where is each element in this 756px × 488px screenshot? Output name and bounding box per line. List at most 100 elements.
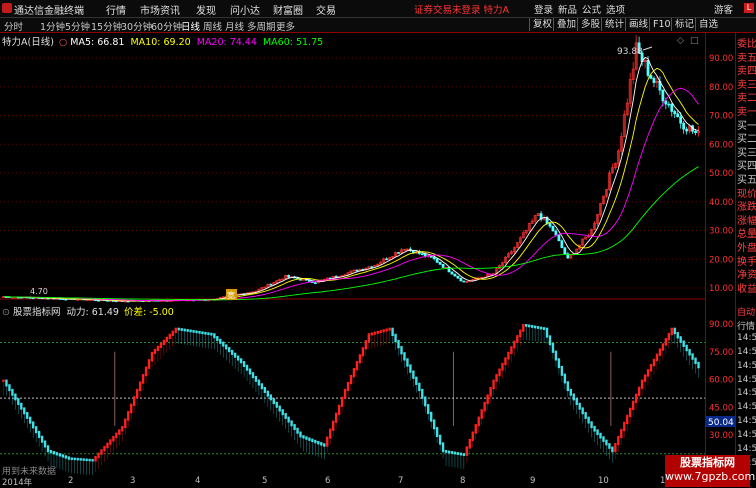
main-y-tick: 70.00 bbox=[709, 112, 733, 122]
candlesticks bbox=[2, 35, 700, 303]
period-15min[interactable]: 15分钟 bbox=[91, 19, 122, 33]
candle-body bbox=[652, 77, 656, 83]
candle-body bbox=[557, 234, 561, 242]
y-axis-ticks: 90.00 80.00 70.00 60.00 50.00 40.00 30.00 20.00… bbox=[709, 54, 733, 469]
candle-body bbox=[459, 277, 463, 282]
tool-restore-rights[interactable]: 复权 bbox=[529, 18, 552, 31]
ma10-value: MA10: 69.20 bbox=[130, 37, 191, 48]
panel-close-icon[interactable]: □ bbox=[690, 36, 699, 46]
sidebar-tick-time: 14:50 bbox=[737, 430, 756, 441]
tool-mark[interactable]: 标记 bbox=[671, 18, 694, 31]
period-monthly[interactable]: 月线 bbox=[225, 19, 244, 33]
candle-body bbox=[679, 116, 683, 124]
high-price-label: 93.88 bbox=[617, 47, 643, 57]
tool-watchlist[interactable]: 自选 bbox=[695, 18, 718, 31]
time-axis-label: 10 bbox=[598, 476, 609, 486]
app-logo-icon bbox=[2, 3, 12, 13]
menu-faxian[interactable]: 发现 bbox=[196, 2, 216, 17]
sidebar-tick-time: 行情 bbox=[737, 321, 756, 332]
candle-body bbox=[432, 256, 436, 260]
candle-body bbox=[676, 113, 680, 118]
menu-bar: 通达信金融终端 行情 市场 资讯 发现 问小达 财富圈 交易 证券交易未登录 特… bbox=[0, 0, 756, 18]
sidebar-tick-time: 自动 bbox=[737, 308, 756, 318]
candle-body bbox=[313, 282, 317, 285]
candle-body bbox=[554, 230, 558, 236]
quote-sidebar: 委比 卖五 卖四 卖三 卖二 卖一 买一 买二 买三 买四 买五 现价 涨跌 涨幅 总量 外盘 换手 净资 收益 自动… bbox=[735, 33, 756, 487]
time-axis-label: 7 bbox=[398, 476, 404, 486]
indicator-settings-icon[interactable]: ⊙ bbox=[2, 307, 10, 318]
period-daily[interactable]: 日线 bbox=[181, 19, 200, 33]
time-axis-label: 3 bbox=[130, 476, 136, 486]
menu-guest[interactable]: 游客 bbox=[714, 2, 733, 16]
candle-body bbox=[563, 247, 567, 255]
candle-body bbox=[453, 273, 457, 277]
tool-statistics[interactable]: 统计 bbox=[601, 18, 624, 31]
main-y-tick: 40.00 bbox=[709, 198, 733, 208]
user-badge-icon[interactable]: L bbox=[744, 3, 754, 13]
ma10-line bbox=[3, 67, 699, 302]
period-30min[interactable]: 30分钟 bbox=[121, 19, 152, 33]
menu-new[interactable]: 新品 bbox=[558, 2, 577, 16]
menu-jiaoyi[interactable]: 交易 bbox=[316, 2, 336, 17]
panel-settings-icon[interactable]: ◇ bbox=[677, 36, 684, 46]
tool-draw-line[interactable]: 画线 bbox=[625, 18, 648, 31]
legend-dot-icon: ○ bbox=[58, 37, 68, 48]
candle-body bbox=[456, 275, 460, 279]
main-y-tick: 80.00 bbox=[709, 83, 733, 93]
menu-caifuquan[interactable]: 财富圈 bbox=[273, 2, 303, 17]
low-price-label: 4.70 bbox=[30, 287, 48, 296]
candle-body bbox=[646, 60, 650, 76]
menu-wenxiaoda[interactable]: 问小达 bbox=[230, 2, 260, 17]
ma5-value: MA5: 66.81 bbox=[70, 37, 125, 48]
candle-body bbox=[385, 258, 389, 261]
menu-zixun[interactable]: 资讯 bbox=[160, 2, 180, 17]
menu-login[interactable]: 登录 bbox=[534, 2, 553, 16]
main-y-tick: 10.00 bbox=[709, 284, 733, 294]
period-weekly[interactable]: 周线 bbox=[203, 19, 222, 33]
menu-formula[interactable]: 公式 bbox=[582, 2, 601, 16]
period-5min[interactable]: 5分钟 bbox=[65, 19, 90, 33]
indicator-y-tick: 45.00 bbox=[709, 403, 733, 413]
sidebar-tick-time: 14:50 bbox=[737, 444, 756, 454]
ma20-value: MA20: 74.44 bbox=[196, 37, 257, 48]
main-y-tick: 60.00 bbox=[709, 140, 733, 150]
candle-body bbox=[397, 252, 400, 254]
ma60-value: MA60: 51.75 bbox=[262, 37, 324, 48]
watermark-title: 股票指标网 bbox=[680, 456, 735, 469]
sidebar-tick-time: 14:50 bbox=[737, 388, 756, 399]
current-value-label: 50.04 bbox=[708, 418, 734, 428]
high-price-pointer bbox=[642, 46, 653, 51]
period-multi[interactable]: 多周期 bbox=[247, 19, 276, 33]
moving-average-lines bbox=[3, 56, 699, 302]
candle-body bbox=[551, 225, 555, 232]
period-more[interactable]: 更多 bbox=[276, 19, 295, 33]
candle-body bbox=[682, 122, 686, 130]
menu-options[interactable]: 选项 bbox=[606, 2, 625, 16]
app-title: 通达信金融终端 bbox=[14, 6, 84, 17]
menu-shichang[interactable]: 市场 bbox=[140, 2, 160, 17]
main-y-tick: 50.00 bbox=[709, 169, 733, 179]
ma20-line bbox=[3, 87, 699, 302]
menu-hangqing[interactable]: 行情 bbox=[106, 2, 126, 17]
indicator-legend: ⊙ 股票指标网 动力: 61.49 价差: -5.00 bbox=[2, 304, 174, 318]
tool-overlay[interactable]: 叠加 bbox=[553, 18, 576, 31]
time-axis: 2014年234567891011 bbox=[0, 476, 706, 488]
candle-body bbox=[435, 258, 439, 263]
candle-body bbox=[370, 266, 374, 269]
main-legend: 特力A(日线) ○ MA5: 66.81 MA10: 69.20 MA20: 7… bbox=[2, 34, 323, 48]
time-axis-label: 5 bbox=[262, 476, 268, 486]
login-warning[interactable]: 证券交易未登录 特力A bbox=[414, 2, 509, 16]
marker-badge-label: 宽 bbox=[227, 290, 235, 300]
sidebar-tick-time: 14:50 bbox=[737, 332, 756, 343]
period-1min[interactable]: 1分钟 bbox=[40, 19, 65, 33]
candle-body bbox=[450, 271, 454, 275]
candle-body bbox=[287, 274, 291, 278]
tool-multi-stock[interactable]: 多股 bbox=[577, 18, 600, 31]
indicator-y-tick: 75.00 bbox=[709, 348, 733, 358]
candle-body bbox=[438, 261, 442, 265]
main-grid bbox=[0, 57, 705, 289]
tool-f10[interactable]: F10 bbox=[649, 18, 671, 31]
period-60min[interactable]: 60分钟 bbox=[151, 19, 182, 33]
period-fenshi[interactable]: 分时 bbox=[4, 19, 23, 33]
indicator-grid bbox=[0, 342, 705, 455]
